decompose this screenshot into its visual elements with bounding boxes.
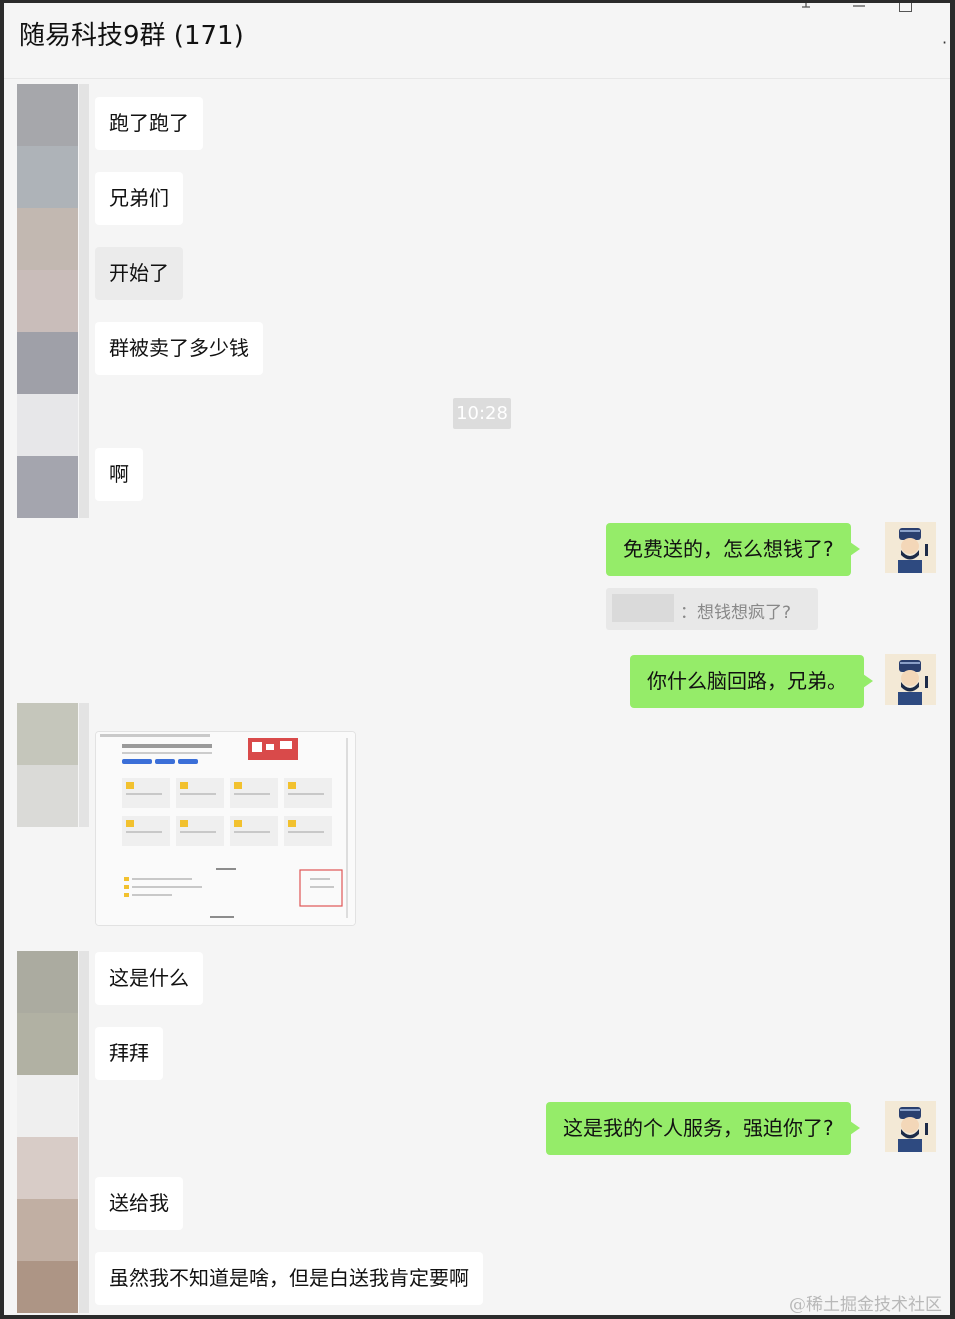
title-bar: 随易科技9群 (171) · [4, 3, 950, 79]
avatar-group-2[interactable] [17, 703, 78, 827]
message-bubble[interactable]: 送给我 [95, 1177, 183, 1230]
self-message-bubble[interactable]: 这是我的个人服务，强迫你了? [546, 1102, 860, 1155]
maximize-icon[interactable] [899, 3, 912, 12]
self-message-bubble[interactable]: 免费送的，怎么想钱了? [606, 523, 860, 576]
avatar[interactable] [17, 1075, 78, 1137]
message-bubble[interactable]: 开始了 [95, 247, 183, 300]
message-bubble[interactable]: 啊 [95, 448, 143, 501]
more-icon[interactable]: · [942, 33, 947, 52]
divider [79, 951, 89, 1313]
quoted-message[interactable]: ：想钱想疯了? [606, 588, 818, 630]
message-bubble[interactable]: 群被卖了多少钱 [95, 322, 263, 375]
avatar[interactable] [17, 456, 78, 518]
timestamp: 10:28 [453, 398, 511, 429]
chat-title: 随易科技9群 (171) [19, 21, 244, 51]
avatar-group-3[interactable] [17, 951, 78, 1313]
avatar[interactable] [17, 84, 78, 146]
message-bubble[interactable]: 兄弟们 [95, 172, 183, 225]
chat-window: 随易科技9群 (171) · 跑了跑了 兄弟们 开始了 群被卖了多少钱 10:2… [4, 3, 950, 1315]
avatar[interactable] [17, 332, 78, 394]
avatar[interactable] [17, 1261, 78, 1313]
self-avatar[interactable] [885, 522, 936, 573]
self-avatar[interactable] [885, 1101, 936, 1152]
watermark: @稀土掘金技术社区 [789, 1295, 942, 1315]
avatar[interactable] [17, 703, 78, 765]
avatar[interactable] [17, 765, 78, 827]
divider [79, 84, 89, 518]
quoted-author [612, 594, 674, 622]
avatar[interactable] [17, 270, 78, 332]
message-bubble[interactable]: 跑了跑了 [95, 97, 203, 150]
avatar[interactable] [17, 1137, 78, 1199]
avatar-group-1[interactable] [17, 84, 78, 518]
pin-icon[interactable] [799, 3, 815, 13]
avatar[interactable] [17, 394, 78, 456]
self-avatar[interactable] [885, 654, 936, 705]
message-bubble[interactable]: 这是什么 [95, 952, 203, 1005]
divider [79, 703, 89, 827]
image-message[interactable] [95, 731, 356, 926]
avatar[interactable] [17, 1199, 78, 1261]
avatar[interactable] [17, 208, 78, 270]
avatar[interactable] [17, 951, 78, 1013]
avatar[interactable] [17, 1013, 78, 1075]
message-bubble[interactable]: 拜拜 [95, 1027, 163, 1080]
message-bubble[interactable]: 虽然我不知道是啥，但是白送我肯定要啊 [95, 1252, 483, 1305]
quoted-text: ：想钱想疯了? [680, 603, 792, 623]
avatar[interactable] [17, 146, 78, 208]
self-message-bubble[interactable]: 你什么脑回路，兄弟。 [630, 655, 873, 708]
minimize-icon[interactable] [852, 3, 868, 11]
